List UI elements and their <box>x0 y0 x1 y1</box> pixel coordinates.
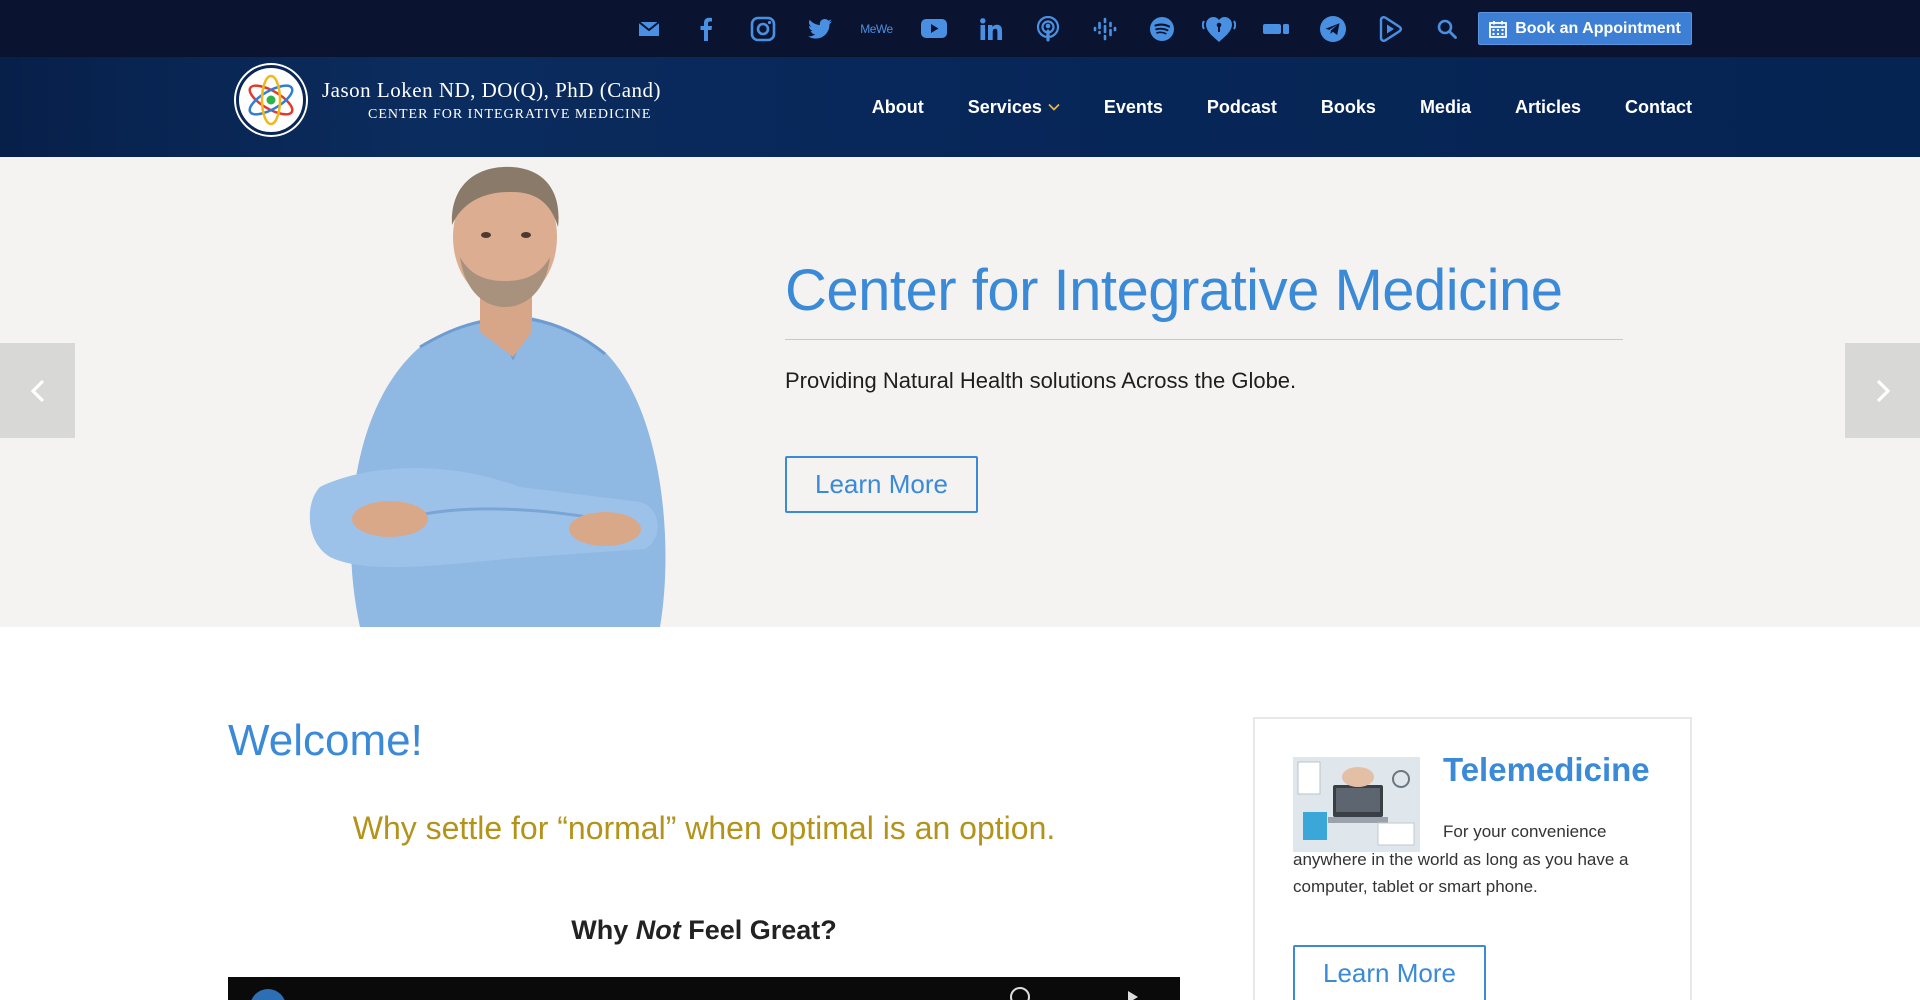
slider-next-button[interactable] <box>1845 343 1920 438</box>
search-button[interactable] <box>1418 0 1475 57</box>
facebook-link[interactable] <box>677 0 734 57</box>
hero-slider: Center for Integrative Medicine Providin… <box>0 157 1920 627</box>
amazon-music-icon <box>1262 23 1289 34</box>
calendar-icon <box>1489 20 1508 38</box>
video-player[interactable] <box>228 977 1180 1000</box>
google-podcasts-link[interactable] <box>1076 0 1133 57</box>
nav-events[interactable]: Events <box>1082 97 1185 118</box>
podcasts-icon <box>1036 15 1059 41</box>
mewe-link[interactable]: MeWe <box>848 0 905 57</box>
telemedicine-card: Telemedicine For your convenience anywhe… <box>1253 717 1692 1000</box>
book-appointment-button[interactable]: Book an Appointment <box>1478 12 1692 45</box>
spotify-link[interactable] <box>1133 0 1190 57</box>
logo-text: Jason Loken ND, DO(Q), PhD (Cand) CENTER… <box>322 78 661 123</box>
iheartradio-icon <box>1201 16 1236 42</box>
email-icon <box>637 20 660 36</box>
nav-about[interactable]: About <box>850 97 946 118</box>
telegram-icon <box>1319 15 1346 42</box>
chevron-left-icon <box>30 379 44 402</box>
youtube-link[interactable] <box>905 0 962 57</box>
book-appointment-label: Book an Appointment <box>1515 19 1681 37</box>
site-header: Jason Loken ND, DO(Q), PhD (Cand) CENTER… <box>0 57 1920 157</box>
mewe-icon: MeWe <box>860 21 893 36</box>
twitter-link[interactable] <box>791 0 848 57</box>
site-logo[interactable]: Jason Loken ND, DO(Q), PhD (Cand) CENTER… <box>236 65 661 135</box>
slider-prev-button[interactable] <box>0 343 75 438</box>
hero-title: Center for Integrative Medicine <box>785 258 1563 323</box>
nav-services[interactable]: Services <box>946 97 1082 118</box>
apple-podcasts-link[interactable] <box>1019 0 1076 57</box>
main-nav: About Services Events Podcast Books Medi… <box>850 57 1692 157</box>
email-link[interactable] <box>620 0 677 57</box>
chevron-down-icon <box>1048 103 1060 111</box>
welcome-title: Welcome! <box>228 716 423 765</box>
rumble-icon <box>1379 15 1402 42</box>
google-podcasts-icon <box>1093 17 1116 40</box>
instagram-link[interactable] <box>734 0 791 57</box>
telemedicine-text: For your convenience anywhere in the wor… <box>1293 822 1629 896</box>
spotify-icon <box>1149 16 1174 41</box>
hero-divider <box>785 339 1623 340</box>
linkedin-link[interactable] <box>962 0 1019 57</box>
social-links: MeWe <box>620 0 1475 57</box>
welcome-tagline: Why settle for “normal” when optimal is … <box>352 810 1056 846</box>
atom-logo-icon <box>236 65 306 135</box>
logo-name: Jason Loken ND, DO(Q), PhD (Cand) <box>322 77 662 102</box>
facebook-icon <box>700 17 712 41</box>
doctor-portrait-image <box>309 166 666 627</box>
nav-contact[interactable]: Contact <box>1603 97 1692 118</box>
youtube-icon <box>920 19 947 38</box>
iheartradio-link[interactable] <box>1190 0 1247 57</box>
instagram-icon <box>750 16 775 41</box>
telemedicine-title: Telemedicine <box>1443 751 1650 788</box>
amazon-music-link[interactable] <box>1247 0 1304 57</box>
logo-subtitle: CENTER FOR INTEGRATIVE MEDICINE <box>368 106 652 122</box>
search-icon <box>1437 19 1457 39</box>
hero-learn-more-button[interactable]: Learn More <box>785 456 978 513</box>
hero-subtitle: Providing Natural Health solutions Acros… <box>785 368 1297 393</box>
chevron-right-icon <box>1876 379 1890 402</box>
telegram-link[interactable] <box>1304 0 1361 57</box>
telemedicine-learn-more-button[interactable]: Learn More <box>1293 945 1486 1000</box>
twitter-icon <box>807 18 832 39</box>
why-not-feel-great-heading: Why Not Feel Great? <box>571 915 837 945</box>
nav-books[interactable]: Books <box>1299 97 1398 118</box>
nav-media[interactable]: Media <box>1398 97 1493 118</box>
video-thumbnail <box>251 987 1138 1000</box>
nav-articles[interactable]: Articles <box>1493 97 1603 118</box>
nav-podcast[interactable]: Podcast <box>1185 97 1299 118</box>
rumble-link[interactable] <box>1361 0 1418 57</box>
linkedin-icon <box>979 17 1002 40</box>
top-social-bar: MeWe Book an Appointment <box>0 0 1920 57</box>
